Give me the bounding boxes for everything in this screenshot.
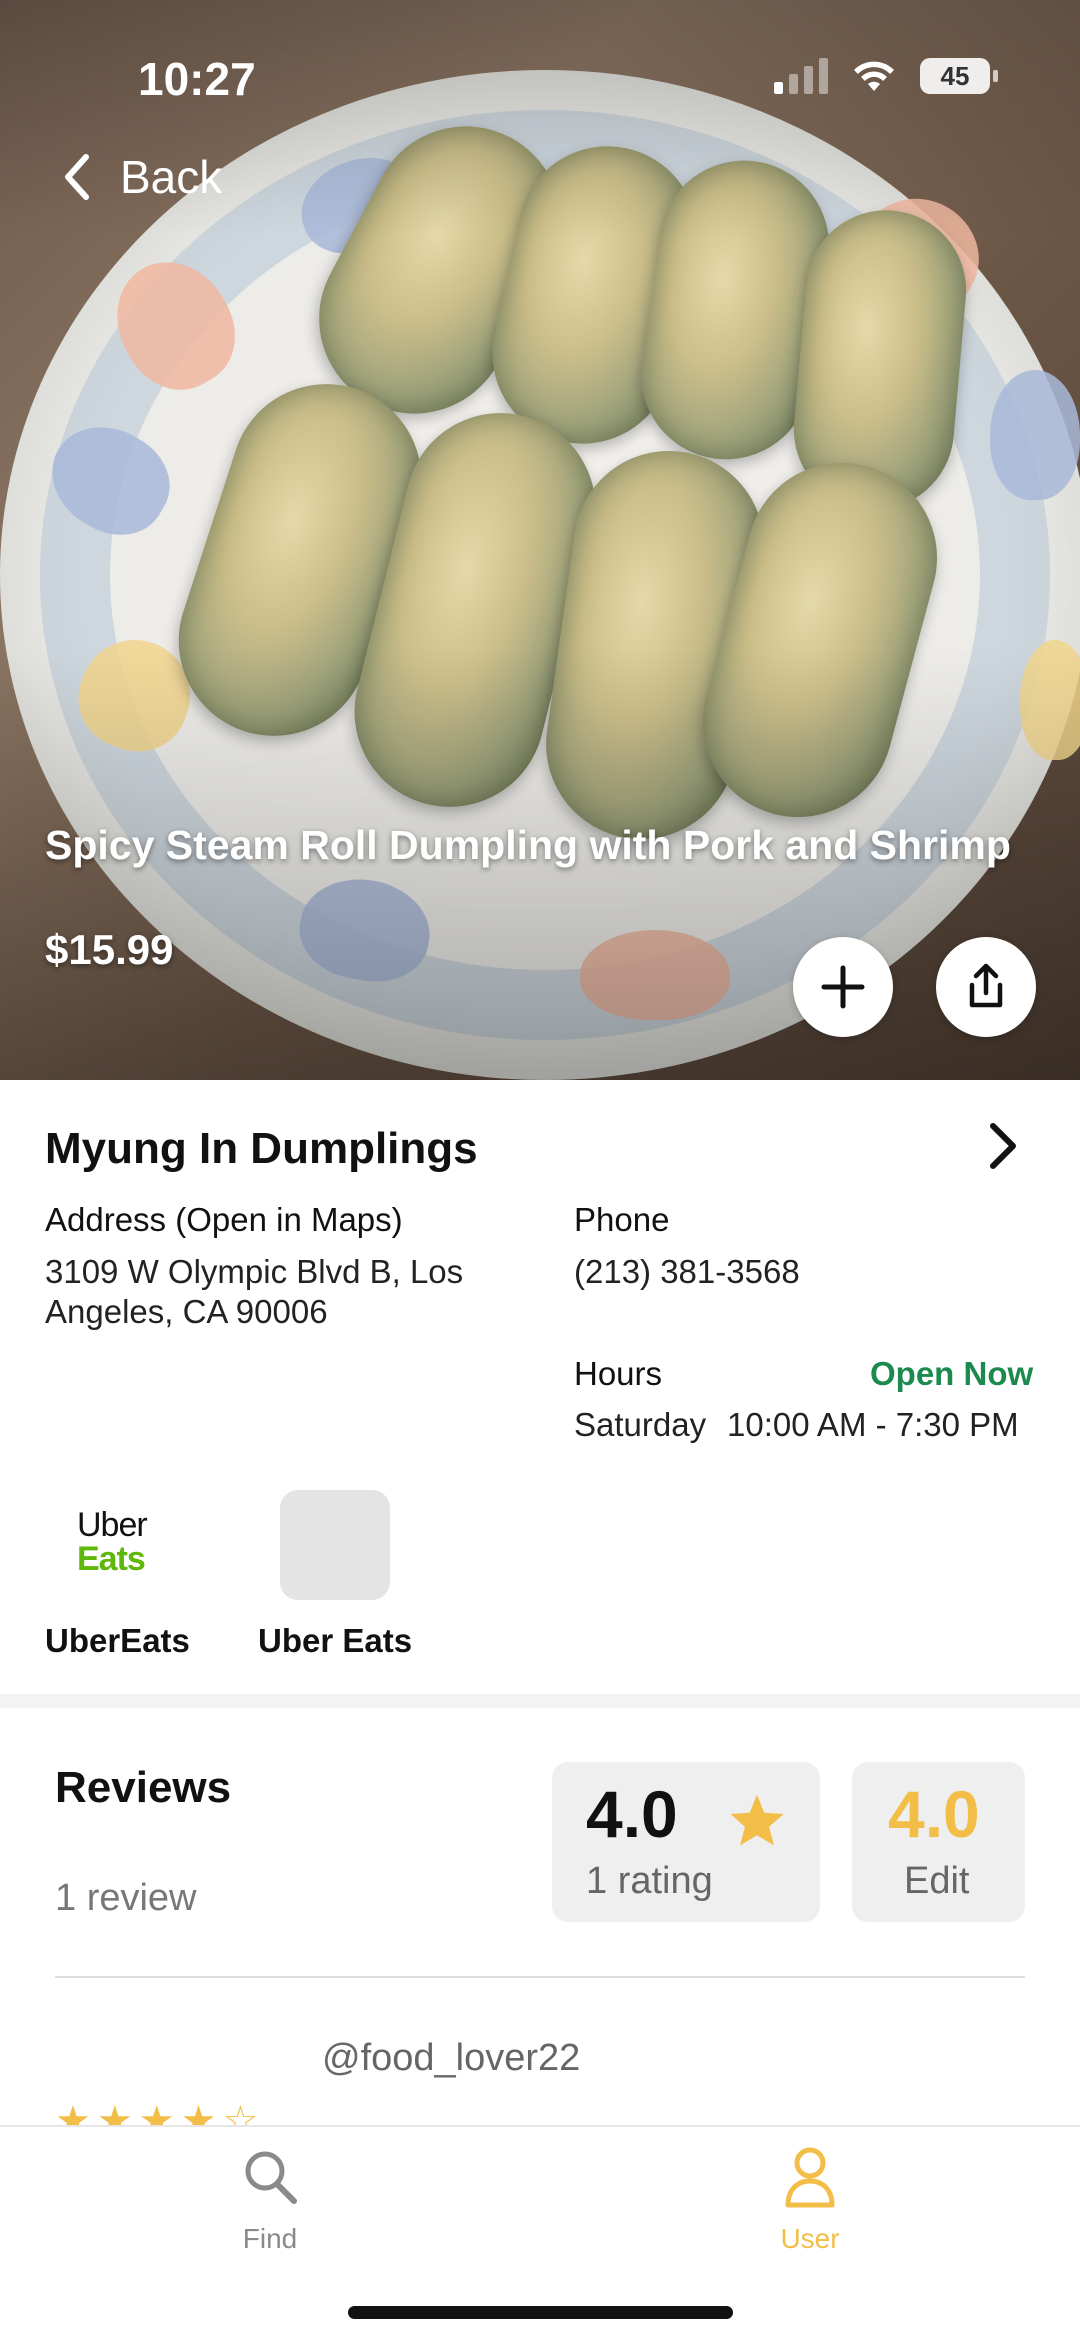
battery-icon: 45 [920, 58, 998, 94]
share-icon [969, 963, 1003, 1008]
edit-label: Edit [904, 1860, 970, 1902]
star-icon [730, 1794, 784, 1846]
partner-label-uber-eats[interactable]: Uber Eats [258, 1622, 412, 1660]
hours-time: 10:00 AM - 7:30 PM [727, 1406, 1019, 1443]
address-line-1: 3109 W Olympic Blvd B, Los [45, 1253, 464, 1290]
tab-find-label: Find [242, 2223, 298, 2254]
hours-day: Saturday [574, 1406, 707, 1443]
average-rating: 4.0 [586, 1777, 678, 1851]
ubereats-logo[interactable]: Uber Eats [55, 1490, 165, 1600]
cellular-signal-icon [774, 58, 828, 94]
tab-user-label: User [780, 2223, 840, 2254]
section-divider [0, 1694, 1080, 1708]
open-status-badge: Open Now [870, 1355, 1034, 1392]
review-divider [55, 1976, 1025, 1978]
chevron-right-icon[interactable] [985, 1122, 1021, 1170]
plus-icon [821, 965, 865, 1009]
review-count: 1 review [55, 1877, 197, 1919]
address-line-2: Angeles, CA 90006 [45, 1293, 328, 1330]
dish-title: Spicy Steam Roll Dumpling with Pork and … [45, 822, 1011, 868]
dish-price: $15.99 [45, 926, 174, 973]
status-time: 10:27 [138, 53, 256, 105]
restaurant-name[interactable]: Myung In Dumplings [45, 1124, 478, 1174]
back-button[interactable]: Back [60, 150, 222, 204]
average-rating-card: 4.0 1 rating [552, 1762, 820, 1922]
reviews-heading: Reviews [55, 1763, 232, 1812]
my-rating: 4.0 [888, 1777, 980, 1851]
uber-eats-logo-placeholder[interactable] [280, 1490, 390, 1600]
wifi-icon [854, 61, 894, 91]
tab-user[interactable]: User [700, 2145, 920, 2255]
share-button[interactable] [936, 937, 1036, 1037]
user-icon [785, 2147, 835, 2208]
phone-label: Phone [574, 1201, 670, 1238]
hours-label: Hours [574, 1355, 663, 1392]
back-label: Back [120, 151, 223, 203]
home-indicator [348, 2306, 733, 2319]
status-icons: 45 [774, 58, 998, 94]
phone-number[interactable]: (213) 381-3568 [574, 1252, 800, 1292]
partner-label-ubereats[interactable]: UberEats [45, 1622, 190, 1660]
tab-find[interactable]: Find [160, 2145, 380, 2255]
chevron-left-icon [65, 154, 89, 200]
my-rating-edit-button[interactable]: 4.0 Edit [852, 1762, 1025, 1922]
search-icon [245, 2151, 297, 2204]
review-username[interactable]: @food_lover22 [322, 2037, 580, 2080]
address-link[interactable]: Address (Open in Maps) [45, 1201, 403, 1239]
dish-photo: 10:27 45 Back Spicy Steam Roll Dumpling … [0, 0, 1080, 1080]
add-button[interactable] [793, 937, 893, 1037]
rating-count: 1 rating [586, 1860, 713, 1902]
